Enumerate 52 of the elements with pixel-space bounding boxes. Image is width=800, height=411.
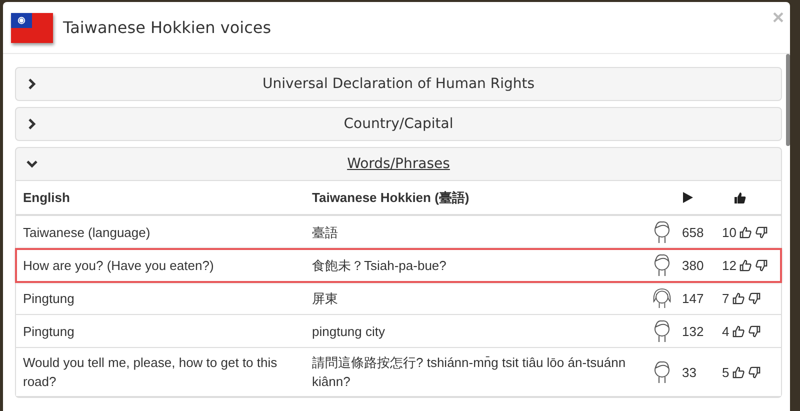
flag-icon bbox=[11, 12, 53, 42]
play-count: 147 bbox=[682, 290, 705, 306]
play-icon bbox=[682, 192, 693, 203]
thumbs-up-icon[interactable] bbox=[732, 366, 746, 378]
section-title[interactable]: Words/Phrases bbox=[38, 156, 759, 172]
scrollbar[interactable] bbox=[786, 54, 790, 146]
table-cell-text: Pingtung bbox=[23, 322, 76, 340]
table-row[interactable]: Taiwanese (language) 臺語 658 10 bbox=[16, 216, 781, 249]
column-header: English bbox=[23, 190, 71, 205]
table-cell-text: Pingtung bbox=[23, 290, 76, 308]
thumbs-down-icon[interactable] bbox=[755, 226, 768, 238]
chevron-right-icon[interactable] bbox=[26, 118, 38, 130]
thumbs-down-icon[interactable] bbox=[755, 258, 768, 272]
column-header: Taiwanese Hokkien (臺語) bbox=[312, 188, 470, 206]
like-count: 12 bbox=[722, 258, 736, 272]
like-count: 10 bbox=[722, 224, 736, 240]
person-icon bbox=[652, 318, 672, 344]
table-row[interactable]: How are you? (Have you eaten?) 食飽未？Tsiah-pa-bue? 380 12 bbox=[16, 249, 781, 282]
chevron-right-icon[interactable] bbox=[26, 78, 38, 90]
thumbs-up-icon bbox=[734, 192, 746, 204]
play-count: 658 bbox=[682, 224, 705, 240]
table-row[interactable]: Pingtung pingtung city 132 4 bbox=[16, 315, 781, 348]
table-cell-text: How are you? (Have you eaten?) bbox=[23, 256, 215, 274]
table-row[interactable]: Pingtung 屏東 147 7 bbox=[16, 282, 781, 315]
thumbs-down-icon[interactable] bbox=[748, 292, 762, 304]
table-row[interactable]: Would you tell me, please, how to get to this road? 請問這條路按怎行? tshiánn-mn̄g tsit tiâu lōo án-tsuánn kiânn? 33 5 bbox=[16, 348, 781, 397]
person-icon bbox=[652, 359, 672, 385]
table-cell-text: 請問這條路按怎行? tshiánn-mn̄g tsit tiâu lōo án-tsuánn kiânn? bbox=[312, 354, 627, 391]
table-cell-text: pingtung city bbox=[312, 322, 386, 340]
table-cell-text: Taiwanese (language) bbox=[23, 224, 152, 242]
section-title[interactable]: Country/Capital bbox=[38, 116, 759, 132]
thumbs-down-icon[interactable] bbox=[748, 324, 762, 338]
chevron-down-icon[interactable] bbox=[26, 158, 38, 170]
like-count: 4 bbox=[722, 324, 730, 338]
table-cell-text: 食飽未？Tsiah-pa-bue? bbox=[312, 256, 448, 274]
dialog-title: Taiwanese Hokkien voices bbox=[63, 18, 272, 37]
thumbs-up-icon[interactable] bbox=[739, 226, 752, 238]
play-count: 33 bbox=[682, 364, 698, 380]
play-count: 132 bbox=[682, 324, 705, 338]
person-icon bbox=[652, 252, 672, 278]
play-count: 380 bbox=[682, 258, 705, 272]
section-title[interactable]: Universal Declaration of Human Rights bbox=[38, 76, 759, 92]
thumbs-up-icon[interactable] bbox=[739, 258, 752, 272]
like-count: 7 bbox=[722, 290, 730, 306]
table-cell-text: 臺語 bbox=[312, 224, 339, 242]
person-icon bbox=[652, 219, 672, 245]
table-cell-text: Would you tell me, please, how to get to this road? bbox=[23, 354, 278, 391]
like-count: 5 bbox=[722, 364, 730, 380]
thumbs-up-icon[interactable] bbox=[732, 324, 746, 338]
table-cell-text: 屏東 bbox=[312, 290, 339, 308]
thumbs-up-icon[interactable] bbox=[732, 292, 746, 304]
thumbs-down-icon[interactable] bbox=[748, 366, 762, 378]
